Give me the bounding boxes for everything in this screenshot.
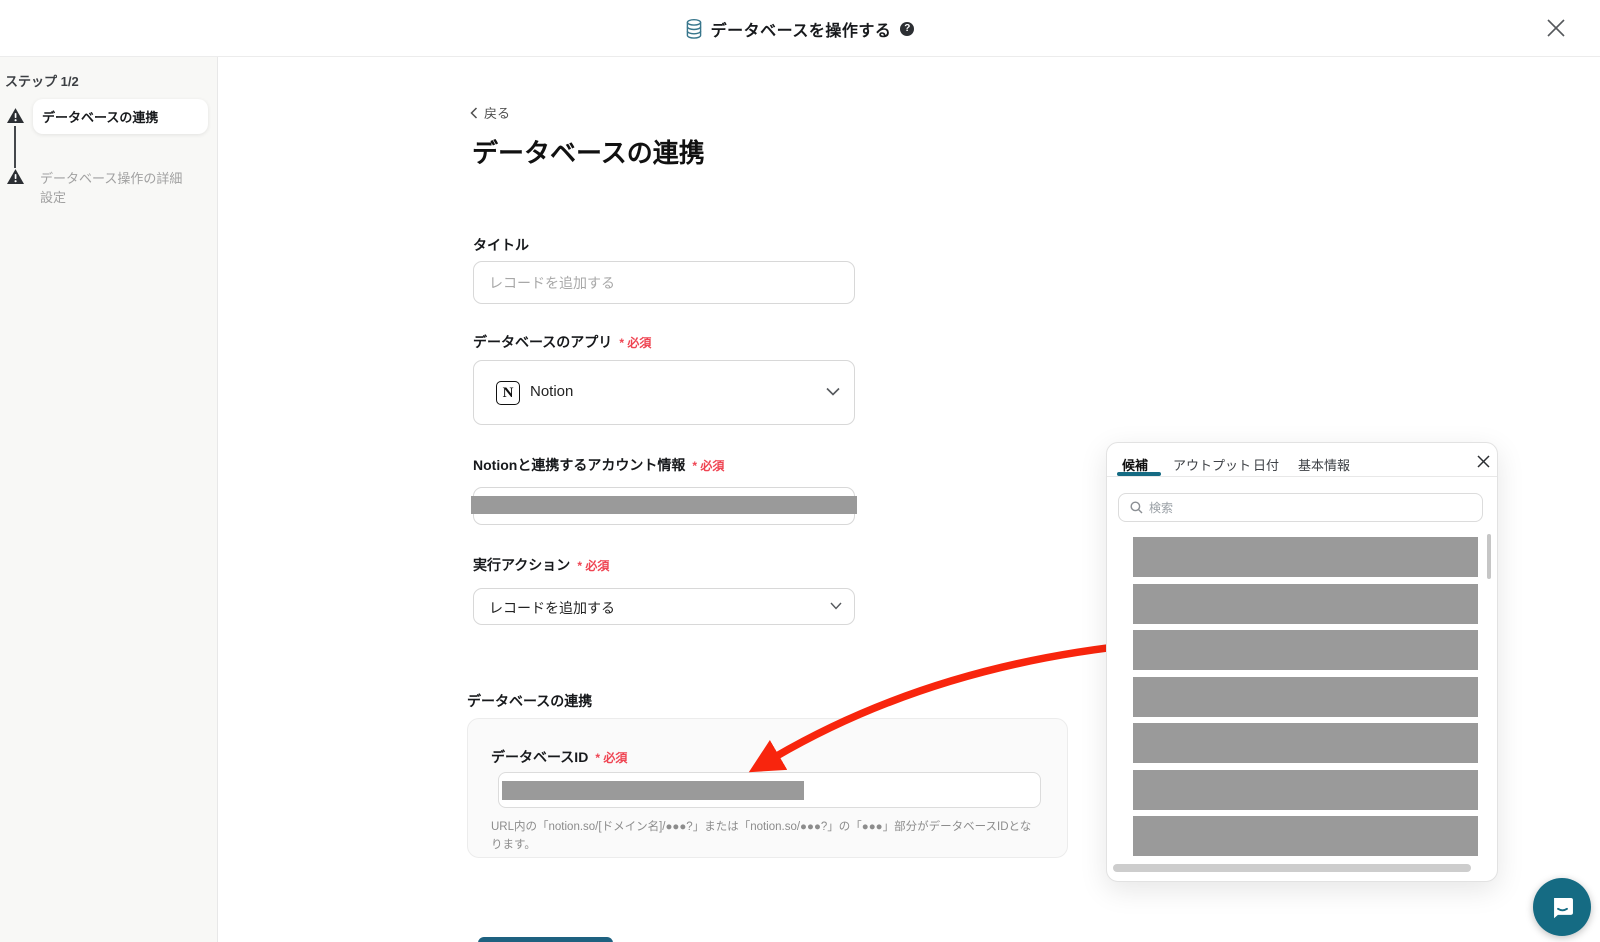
chevron-down-icon	[826, 387, 840, 396]
modal-header: データベースを操作する ?	[0, 0, 1600, 57]
modal-title: データベースを操作する	[711, 17, 892, 41]
vertical-scrollbar[interactable]	[1487, 534, 1491, 579]
warning-triangle-icon	[7, 169, 24, 184]
redacted-list-item[interactable]	[1133, 677, 1478, 717]
db-link-card: データベースID* 必須 URL内の「notion.so/[ドメイン名]/●●●…	[467, 718, 1068, 858]
panel-tabs: 候補 アウトプット 日付 基本情報	[1107, 443, 1497, 477]
tab-output[interactable]: アウトプット	[1173, 455, 1251, 474]
panel-close-icon[interactable]	[1476, 454, 1491, 469]
back-link[interactable]: 戻る	[470, 103, 510, 122]
speech-bubble-icon	[1549, 894, 1576, 921]
app-select-value: Notion	[530, 383, 573, 400]
title-field-label: タイトル	[473, 235, 529, 255]
sidebar-step-detail-settings[interactable]: データベース操作の詳細設定	[40, 170, 192, 208]
redacted-list-item[interactable]	[1133, 630, 1478, 670]
action-field-label: 実行アクション* 必須	[473, 555, 609, 575]
redacted-list-item[interactable]	[1133, 816, 1478, 856]
panel-list	[1133, 537, 1478, 863]
warning-triangle-icon	[7, 108, 24, 123]
chevron-down-icon	[830, 602, 842, 610]
action-select[interactable]: レコードを追加する	[473, 588, 855, 625]
database-icon	[686, 19, 702, 39]
steps-sidebar: ステップ 1/2 データベースの連携 データベース操作の詳細設定	[0, 57, 218, 942]
account-value-redaction	[471, 496, 857, 514]
redacted-list-item[interactable]	[1133, 770, 1478, 810]
redacted-list-item[interactable]	[1133, 584, 1478, 624]
chat-launcher-button[interactable]	[1533, 878, 1591, 936]
chevron-left-icon	[470, 107, 478, 119]
app-select[interactable]: N Notion	[473, 360, 855, 425]
account-field-label: Notionと連携するアカウント情報* 必須	[473, 455, 724, 475]
active-tab-indicator	[1117, 472, 1161, 476]
panel-search-input[interactable]	[1149, 501, 1449, 515]
notion-icon: N	[496, 381, 520, 405]
action-select-value: レコードを追加する	[489, 598, 615, 618]
search-icon	[1130, 501, 1143, 514]
help-icon[interactable]: ?	[900, 22, 914, 36]
app-field-label: データベースのアプリ* 必須	[473, 332, 651, 352]
db-id-value-redaction	[502, 781, 804, 800]
step-connector-line	[14, 126, 16, 168]
tab-basic-info[interactable]: 基本情報	[1298, 455, 1350, 474]
db-id-label: データベースID* 必須	[491, 747, 627, 767]
tab-date[interactable]: 日付	[1253, 455, 1279, 474]
required-badge: * 必須	[692, 459, 724, 473]
page-title: データベースの連携	[472, 133, 705, 170]
back-label: 戻る	[484, 103, 510, 122]
required-badge: * 必須	[577, 559, 609, 573]
step-counter: ステップ 1/2	[5, 71, 79, 90]
suggestion-panel: 候補 アウトプット 日付 基本情報	[1106, 442, 1498, 882]
database-operation-modal: データベースを操作する ? ステップ 1/2 データベースの連携 データベース操…	[0, 0, 1600, 942]
panel-search-box[interactable]	[1118, 493, 1483, 522]
required-badge: * 必須	[619, 336, 651, 350]
redacted-list-item[interactable]	[1133, 537, 1478, 577]
required-badge: * 必須	[595, 751, 627, 765]
title-input[interactable]	[473, 261, 855, 304]
redacted-list-item[interactable]	[1133, 723, 1478, 763]
submit-button-partial[interactable]	[478, 937, 613, 942]
horizontal-scrollbar[interactable]	[1113, 864, 1471, 872]
modal-close-icon[interactable]	[1545, 17, 1567, 39]
db-id-help-text: URL内の「notion.so/[ドメイン名]/●●●?」または「notion.…	[491, 819, 1039, 855]
db-link-section-label: データベースの連携	[467, 691, 592, 711]
sidebar-step-database-link[interactable]: データベースの連携	[33, 99, 208, 134]
step-1-label: データベースの連携	[42, 107, 158, 126]
